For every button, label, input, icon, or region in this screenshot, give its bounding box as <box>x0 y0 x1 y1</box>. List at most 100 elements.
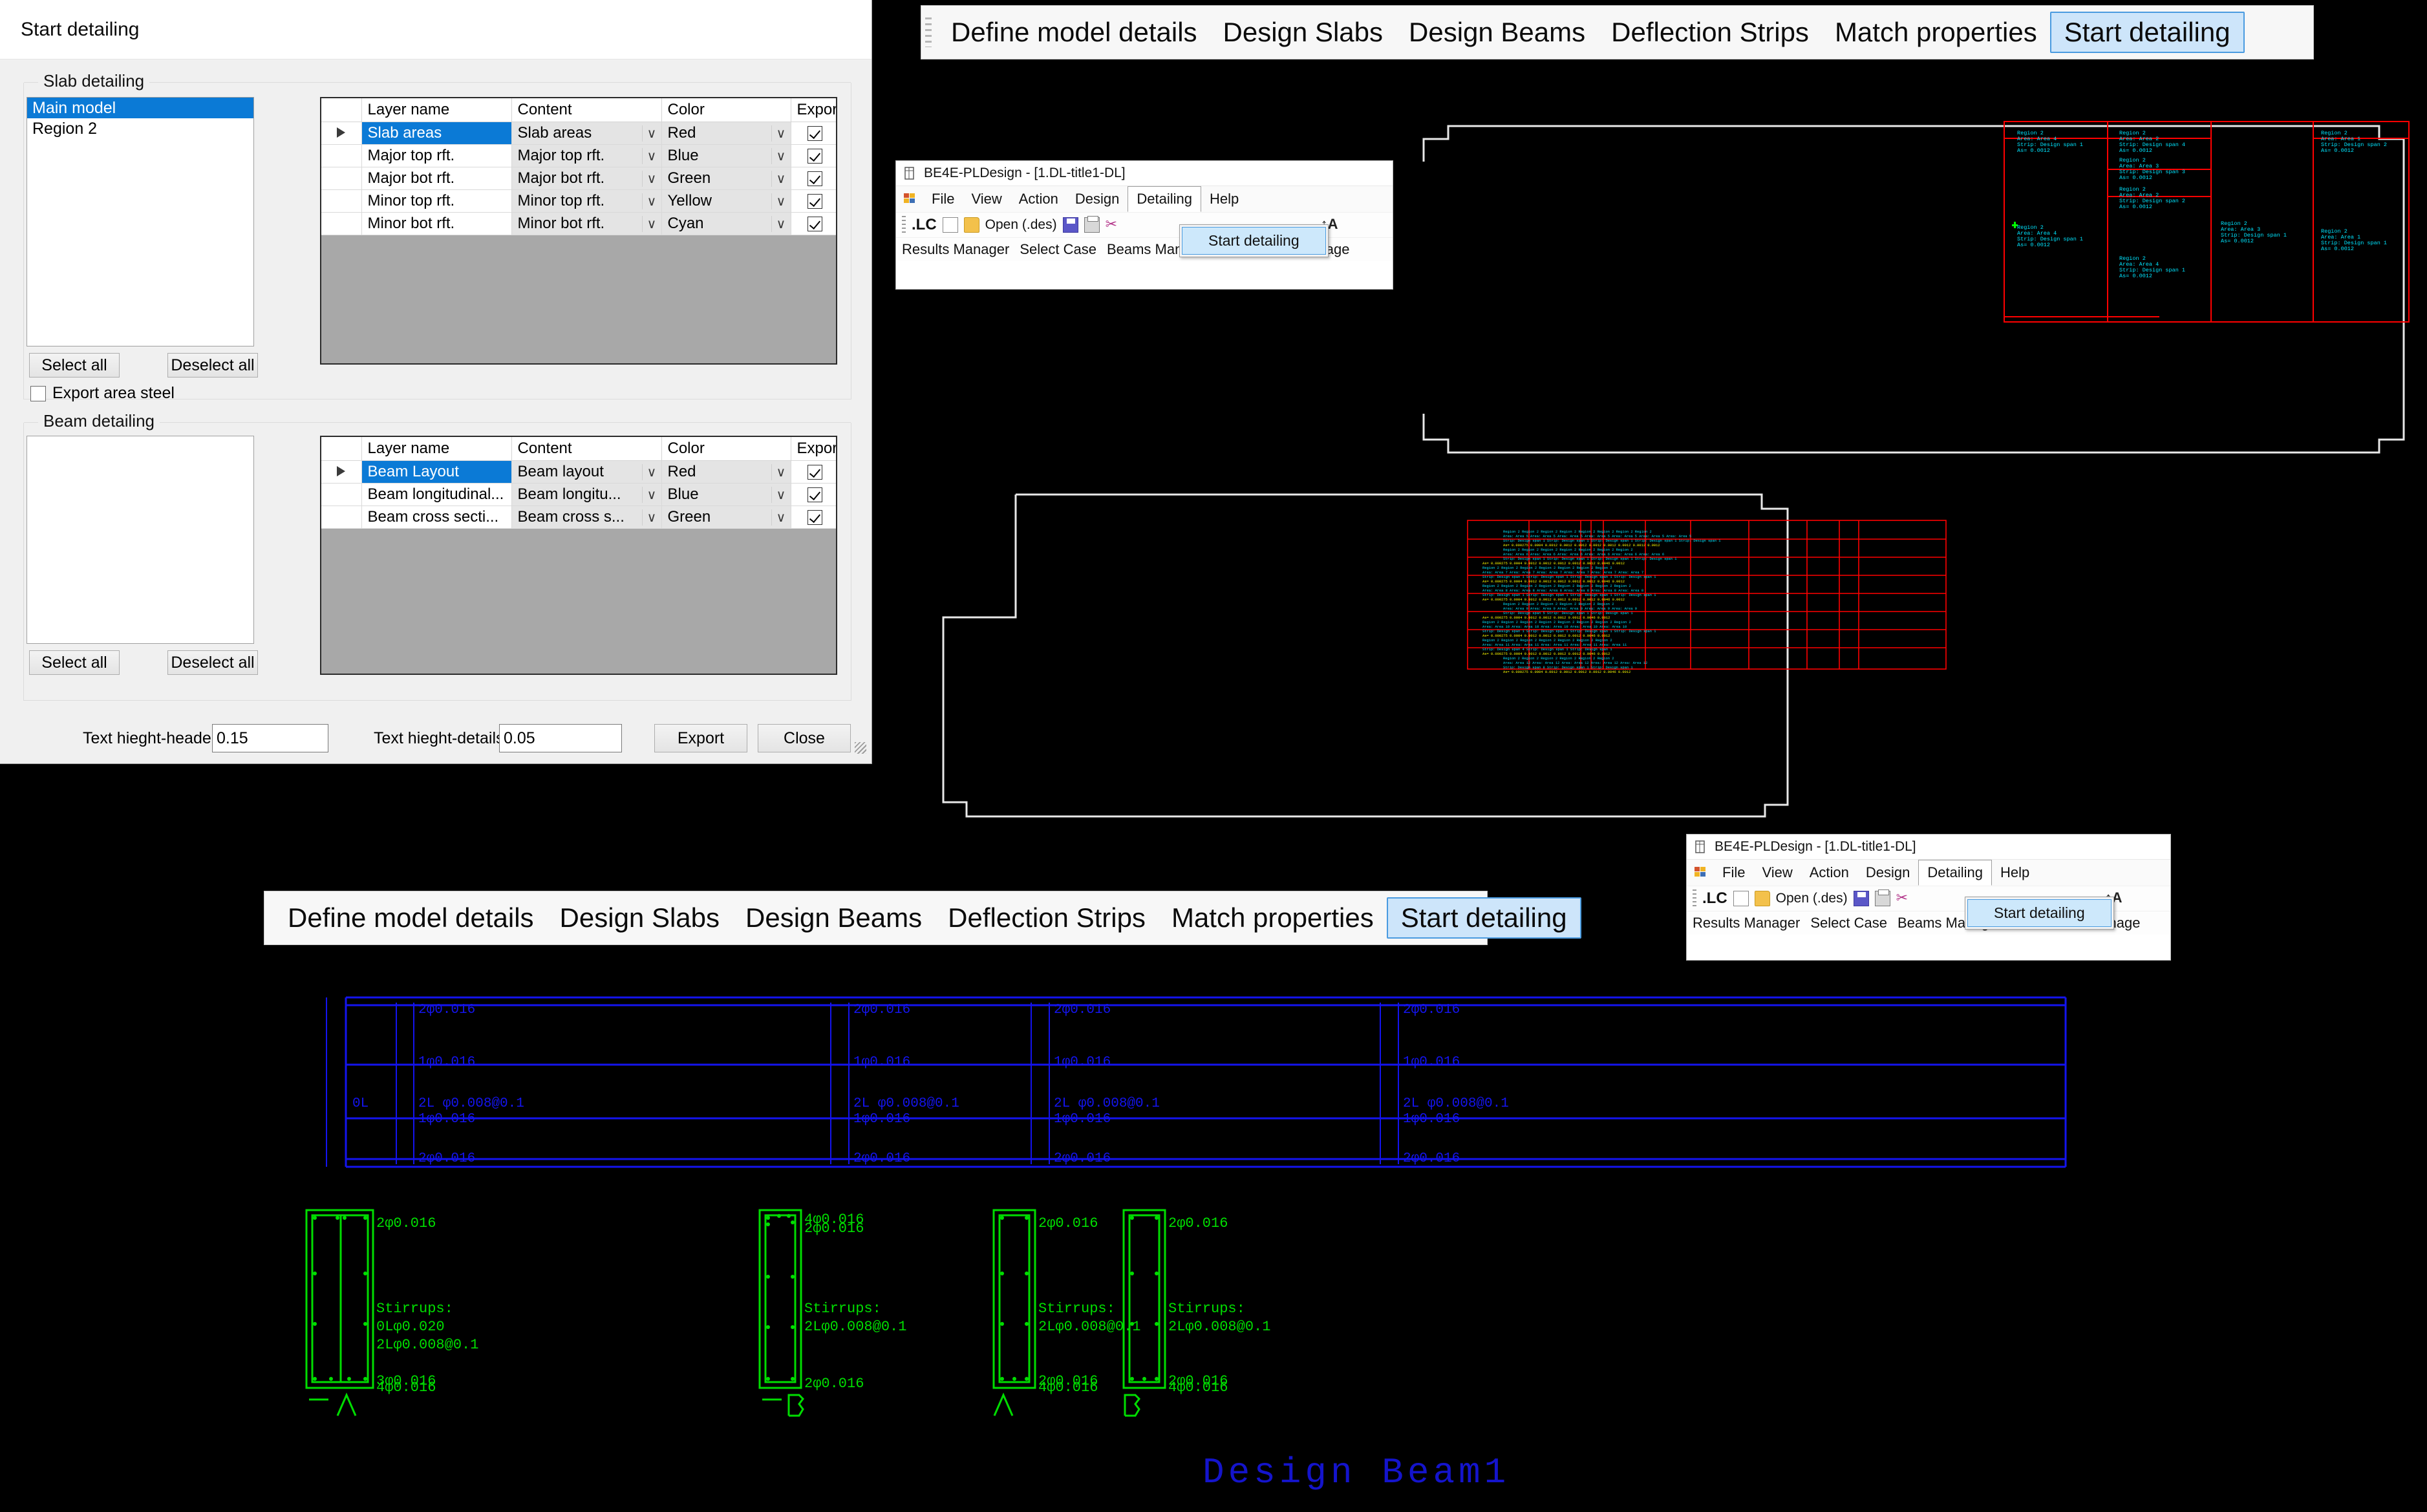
start-detailing-dialog[interactable]: Start detailing Slab detailing Main mode… <box>0 0 872 764</box>
beam-layer-name-2[interactable]: Beam cross secti... <box>361 506 512 529</box>
close-button[interactable]: Close <box>758 724 851 752</box>
slab-export-cell-4[interactable] <box>791 212 836 235</box>
beam-export-cell-1[interactable] <box>791 483 836 506</box>
slab-layer-name-3[interactable]: Minor top rft. <box>361 189 512 213</box>
table-row[interactable]: Minor bot rft. Minor bot rft. ∨ Cyan ∨ <box>321 212 836 235</box>
toolbar-gripper[interactable] <box>1693 889 1696 908</box>
checkbox-checked-icon[interactable] <box>807 465 822 480</box>
tab-match-properties[interactable]: Match properties <box>1822 13 2050 52</box>
slab-layer-name-2[interactable]: Major bot rft. <box>361 167 512 190</box>
open-des-button-2[interactable]: Open (.des) <box>1776 891 1848 906</box>
checkbox-checked-icon[interactable] <box>807 126 822 142</box>
menu-design[interactable]: Design <box>1067 187 1128 211</box>
slab-content-combo-4[interactable]: Minor bot rft. ∨ <box>511 212 662 235</box>
beam-color-combo-2[interactable]: Green ∨ <box>661 506 791 529</box>
beam-layers-grid[interactable]: Layer name Content Color Export Beam Lay… <box>320 436 837 675</box>
table-row[interactable]: Beam longitudinal... Beam longitu... ∨ Bl… <box>321 483 836 506</box>
menu-help[interactable]: Help <box>1201 187 1247 211</box>
chevron-down-icon[interactable]: ∨ <box>771 147 791 164</box>
select-case-button[interactable]: Select Case <box>1020 241 1096 258</box>
slab-model-item-region2[interactable]: Region 2 <box>27 118 253 139</box>
be4e-menubar-lower[interactable]: File View Action Design Detailing Help <box>1687 859 2170 886</box>
beam-export-cell-2[interactable] <box>791 506 836 529</box>
chevron-down-icon[interactable]: ∨ <box>641 170 661 187</box>
tab-design-slabs[interactable]: Design Slabs <box>1210 13 1396 52</box>
beam-deselect-all-button[interactable]: Deselect all <box>167 650 258 675</box>
tab-design-beams-2[interactable]: Design Beams <box>732 899 935 937</box>
table-row[interactable]: Minor top rft. Minor top rft. ∨ Yellow ∨ <box>321 189 836 213</box>
ribbon-tabstrip-bottom[interactable]: Define model details Design Slabs Design… <box>264 891 1581 945</box>
results-manager-button-2[interactable]: Results Manager <box>1693 915 1800 932</box>
toolbar-gripper[interactable] <box>925 17 932 47</box>
chevron-down-icon[interactable]: ∨ <box>641 463 661 480</box>
menu-detailing-2[interactable]: Detailing <box>1918 860 1992 886</box>
export-button[interactable]: Export <box>654 724 747 752</box>
beam-model-listbox[interactable] <box>27 436 254 644</box>
slab-color-combo-1[interactable]: Blue ∨ <box>661 144 791 167</box>
slab-layer-name-4[interactable]: Minor bot rft. <box>361 212 512 235</box>
beam-color-combo-1[interactable]: Blue ∨ <box>661 483 791 506</box>
chevron-down-icon[interactable]: ∨ <box>641 486 661 503</box>
tab-design-beams[interactable]: Design Beams <box>1396 13 1598 52</box>
slab-layer-name-1[interactable]: Major top rft. <box>361 144 512 167</box>
ribbon-tabstrip-top[interactable]: Define model details Design Slabs Design… <box>921 5 2314 59</box>
slab-layer-name-0[interactable]: Slab areas <box>361 122 512 145</box>
chevron-down-icon[interactable]: ∨ <box>771 486 791 503</box>
beam-content-combo-1[interactable]: Beam longitu... ∨ <box>511 483 662 506</box>
tab-deflection-strips[interactable]: Deflection Strips <box>1598 13 1822 52</box>
resize-grip[interactable] <box>855 742 866 754</box>
open-folder-icon[interactable] <box>1754 891 1770 906</box>
beam-layer-name-0[interactable]: Beam Layout <box>361 460 512 484</box>
be4e-window-upper[interactable]: BE4E-PLDesign - [1.DL-title1-DL] File Vi… <box>895 160 1393 290</box>
slab-color-combo-0[interactable]: Red ∨ <box>661 122 791 145</box>
chevron-down-icon[interactable]: ∨ <box>771 193 791 209</box>
slab-model-item-main[interactable]: Main model <box>27 98 253 118</box>
tab-match-properties-2[interactable]: Match properties <box>1159 899 1387 937</box>
slab-export-cell-1[interactable] <box>791 144 836 167</box>
slab-content-combo-0[interactable]: Slab areas ∨ <box>511 122 662 145</box>
tab-design-slabs-2[interactable]: Design Slabs <box>547 899 732 937</box>
beam-select-all-button[interactable]: Select all <box>29 650 120 675</box>
menu-file[interactable]: File <box>923 187 963 211</box>
checkbox-checked-icon[interactable] <box>807 171 822 187</box>
slab-content-combo-1[interactable]: Major top rft. ∨ <box>511 144 662 167</box>
menu-action[interactable]: Action <box>1010 187 1067 211</box>
chevron-down-icon[interactable]: ∨ <box>771 509 791 526</box>
menu-view-2[interactable]: View <box>1753 860 1801 885</box>
menu-item-start-detailing[interactable]: Start detailing <box>1182 227 1326 255</box>
chevron-down-icon[interactable]: ∨ <box>641 509 661 526</box>
chevron-down-icon[interactable]: ∨ <box>771 215 791 232</box>
new-document-icon[interactable] <box>1733 891 1749 906</box>
detailing-dropdown-upper[interactable]: Start detailing <box>1179 224 1329 257</box>
slab-color-combo-3[interactable]: Yellow ∨ <box>661 189 791 213</box>
slab-select-all-button[interactable]: Select all <box>29 353 120 378</box>
lc-button-2[interactable]: .LC <box>1702 889 1727 908</box>
chevron-down-icon[interactable]: ∨ <box>641 193 661 209</box>
menu-action-2[interactable]: Action <box>1801 860 1857 885</box>
checkbox-checked-icon[interactable] <box>807 217 822 232</box>
cut-icon[interactable]: ✂ <box>1896 891 1912 906</box>
print-icon[interactable] <box>1874 889 1890 906</box>
table-row[interactable]: Beam Layout Beam layout ∨ Red ∨ <box>321 460 836 484</box>
slab-content-combo-2[interactable]: Major bot rft. ∨ <box>511 167 662 190</box>
menu-file-2[interactable]: File <box>1714 860 1753 885</box>
slab-content-combo-3[interactable]: Minor top rft. ∨ <box>511 189 662 213</box>
cut-icon[interactable]: ✂ <box>1106 217 1121 233</box>
slab-deselect-all-button[interactable]: Deselect all <box>167 353 258 378</box>
slab-export-cell-3[interactable] <box>791 189 836 213</box>
tab-start-detailing-2[interactable]: Start detailing <box>1386 897 1581 939</box>
beam-export-cell-0[interactable] <box>791 460 836 484</box>
tab-start-detailing[interactable]: Start detailing <box>2049 12 2245 53</box>
beam-layer-name-1[interactable]: Beam longitudinal... <box>361 483 512 506</box>
chevron-down-icon[interactable]: ∨ <box>771 170 791 187</box>
beam-content-combo-2[interactable]: Beam cross s... ∨ <box>511 506 662 529</box>
chevron-down-icon[interactable]: ∨ <box>641 147 661 164</box>
checkbox-checked-icon[interactable] <box>807 194 822 209</box>
save-icon[interactable] <box>1062 217 1078 233</box>
menu-item-start-detailing-2[interactable]: Start detailing <box>1967 899 2112 927</box>
table-row[interactable]: Beam cross secti... Beam cross s... ∨ Gre… <box>321 506 836 529</box>
chevron-down-icon[interactable]: ∨ <box>641 125 661 142</box>
beam-content-combo-0[interactable]: Beam layout ∨ <box>511 460 662 484</box>
tab-deflection-strips-2[interactable]: Deflection Strips <box>935 899 1159 937</box>
open-des-button[interactable]: Open (.des) <box>985 217 1057 233</box>
